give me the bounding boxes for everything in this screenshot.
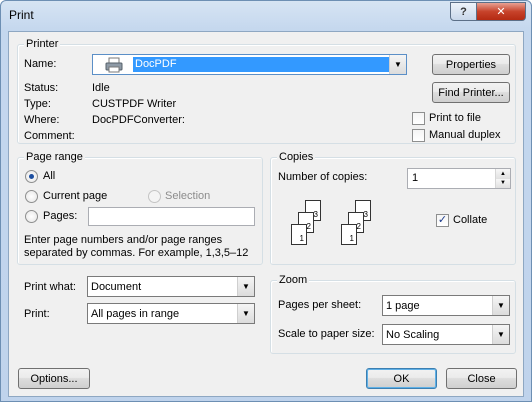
scale-to-paper-size-value: No Scaling	[386, 328, 440, 341]
selection-label: Selection	[165, 190, 211, 202]
print-label: Print:	[24, 308, 50, 320]
pages-label[interactable]: Pages:	[43, 210, 77, 222]
pages-per-sheet-label: Pages per sheet:	[278, 299, 362, 311]
pages-input-value	[89, 208, 92, 220]
collate-checkbox[interactable]: ✓	[436, 214, 449, 227]
page-range-hint-line2: separated by commas. For example, 1,3,5–…	[24, 247, 249, 259]
chevron-down-icon[interactable]: ▼	[237, 277, 254, 296]
pages-radio[interactable]	[25, 210, 38, 223]
printer-icon	[105, 57, 123, 72]
chevron-down-icon[interactable]: ▼	[492, 296, 509, 315]
print-what-combo[interactable]: Document ▼	[87, 276, 255, 297]
scale-to-paper-size-label: Scale to paper size:	[278, 328, 375, 340]
chevron-down-icon[interactable]: ▼	[492, 325, 509, 344]
window-title: Print	[9, 8, 34, 22]
number-of-copies-label: Number of copies:	[278, 171, 368, 183]
type-label: Type:	[24, 98, 51, 110]
number-of-copies-spinner[interactable]: 1 ▲ ▼	[407, 168, 511, 189]
spin-up-icon[interactable]: ▲	[496, 169, 510, 179]
where-label: Where:	[24, 114, 60, 126]
status-value: Idle	[92, 82, 110, 94]
properties-button-label: Properties	[445, 58, 497, 71]
title-bar[interactable]: Print ? ✕	[1, 1, 531, 31]
printer-group: Printer Name: DocPDF ▼ Status: Idle Type…	[17, 38, 516, 144]
pages-per-sheet-combo[interactable]: 1 page ▼	[382, 295, 510, 316]
options-button[interactable]: Options...	[18, 368, 90, 389]
name-label: Name:	[24, 58, 57, 70]
current-page-label[interactable]: Current page	[43, 190, 107, 202]
number-of-copies-value: 1	[412, 172, 419, 184]
all-radio[interactable]	[25, 170, 38, 183]
page-range-hint-line1: Enter page numbers and/or page ranges	[24, 234, 223, 246]
help-button[interactable]: ?	[450, 2, 477, 21]
window-close-button[interactable]: ✕	[476, 2, 526, 21]
close-button[interactable]: Close	[446, 368, 517, 389]
help-icon: ?	[460, 5, 467, 18]
scale-to-paper-size-combo[interactable]: No Scaling ▼	[382, 324, 510, 345]
print-what-value: Document	[91, 280, 142, 293]
collate-label[interactable]: Collate	[453, 214, 487, 226]
spin-down-icon[interactable]: ▼	[496, 178, 510, 188]
manual-duplex-label[interactable]: Manual duplex	[429, 129, 501, 141]
find-printer-button[interactable]: Find Printer...	[432, 82, 510, 103]
comment-label: Comment:	[24, 130, 75, 142]
page-range-group-title: Page range	[24, 151, 85, 163]
check-icon: ✓	[437, 214, 448, 226]
collate-page-1: 1	[291, 224, 307, 245]
dialog-client-area: Printer Name: DocPDF ▼ Status: Idle Type…	[8, 31, 524, 397]
printer-group-title: Printer	[24, 38, 61, 50]
print-to-file-checkbox[interactable]	[412, 112, 425, 125]
pages-input[interactable]	[88, 207, 255, 226]
properties-button[interactable]: Properties	[432, 54, 510, 75]
options-button-label: Options...	[30, 372, 78, 385]
print-what-label: Print what:	[24, 281, 76, 293]
page-range-group: Page range All Current page Selection Pa…	[17, 151, 263, 265]
copies-group-title: Copies	[277, 151, 316, 163]
chevron-down-icon[interactable]: ▼	[237, 304, 254, 323]
selection-radio[interactable]	[148, 190, 161, 203]
pages-per-sheet-value: 1 page	[386, 299, 420, 312]
printer-name-value: DocPDF	[133, 57, 389, 72]
manual-duplex-checkbox[interactable]	[412, 129, 425, 142]
print-to-file-label[interactable]: Print to file	[429, 112, 481, 124]
print-dialog-window: Print ? ✕ Printer Name: DocPDF ▼ Status:…	[0, 0, 532, 402]
ok-button[interactable]: OK	[366, 368, 437, 389]
close-icon: ✕	[496, 6, 506, 18]
zoom-group-title: Zoom	[277, 274, 310, 286]
zoom-group: Zoom Pages per sheet: 1 page ▼ Scale to …	[270, 274, 516, 354]
printer-name-combo[interactable]: DocPDF ▼	[92, 54, 407, 75]
where-value: DocPDFConverter:	[92, 114, 185, 126]
chevron-down-icon[interactable]: ▼	[389, 55, 406, 74]
close-button-label: Close	[467, 372, 496, 385]
print-combo[interactable]: All pages in range ▼	[87, 303, 255, 324]
copies-group: Copies Number of copies: 1 ▲ ▼ 3 2 1 3 2…	[270, 151, 516, 265]
status-label: Status:	[24, 82, 59, 94]
print-value: All pages in range	[91, 307, 180, 320]
current-page-radio[interactable]	[25, 190, 38, 203]
find-printer-button-label: Find Printer...	[438, 86, 504, 99]
all-label[interactable]: All	[43, 170, 55, 182]
ok-button-label: OK	[393, 372, 410, 385]
collate-page-1b: 1	[341, 224, 357, 245]
type-value: CUSTPDF Writer	[92, 98, 177, 110]
